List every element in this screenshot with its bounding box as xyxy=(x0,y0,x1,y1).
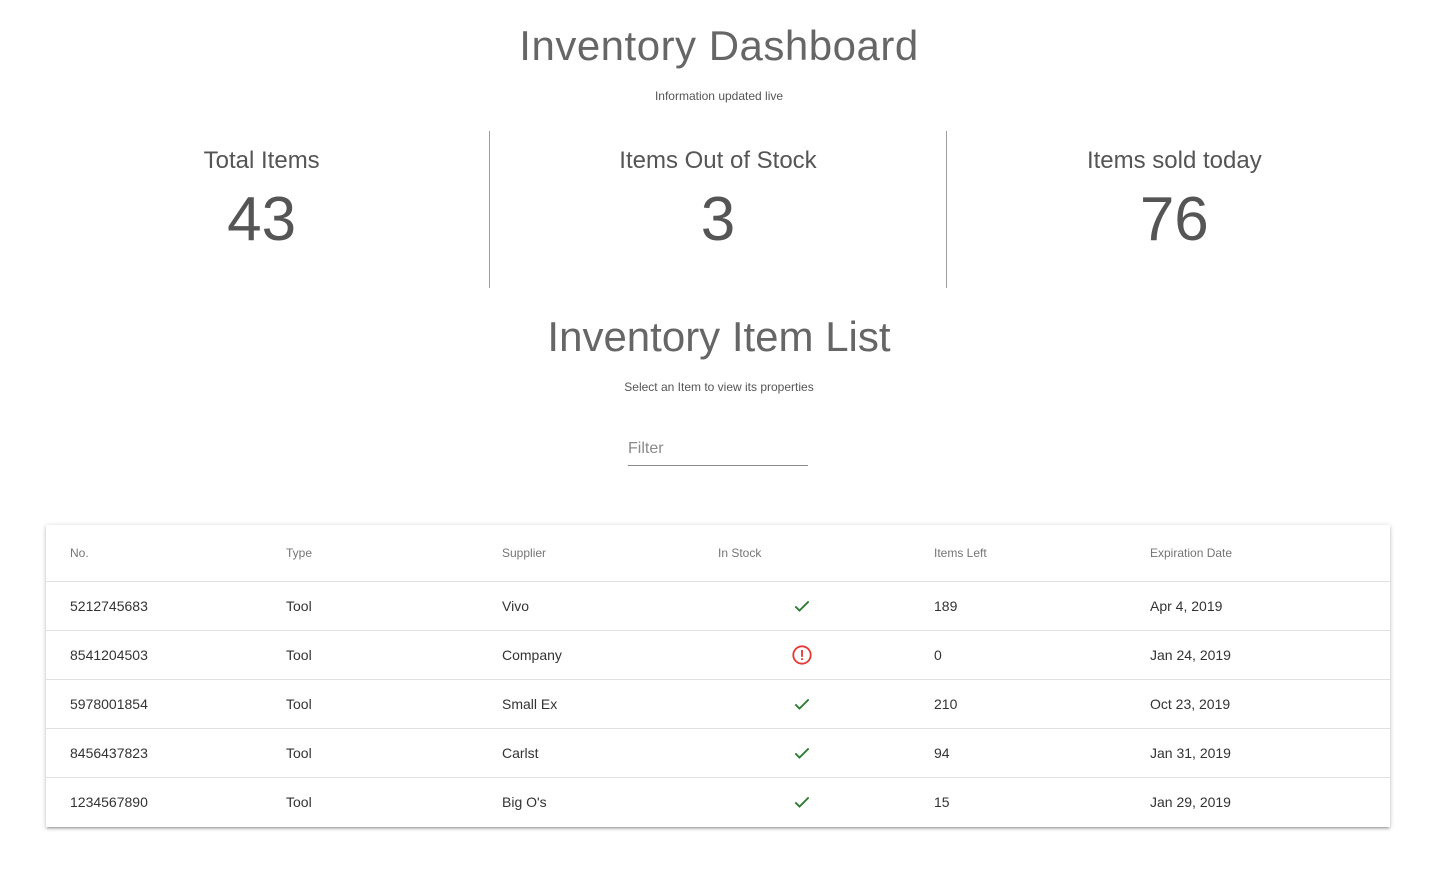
cell-type: Tool xyxy=(262,728,478,778)
cell-supplier: Big O's xyxy=(502,794,547,810)
table-row[interactable]: 5212745683 Tool Vivo 189 Apr 4, 2019 xyxy=(46,581,1390,631)
column-header-in-stock[interactable]: In Stock xyxy=(694,525,910,582)
cell-supplier: Company xyxy=(478,630,694,680)
page-title: Inventory Dashboard xyxy=(519,22,919,69)
stat-items-out-of-stock: Items Out of Stock 3 xyxy=(489,131,945,288)
check-icon xyxy=(792,744,812,760)
cell-items-left: 0 xyxy=(910,630,1126,680)
table-row[interactable]: 8541204503 Tool Company 0 Jan 24, 2019 xyxy=(46,630,1390,680)
cell-type: Tool xyxy=(262,679,478,729)
table-header-row: No. Type Supplier In Stock Items Left Ex… xyxy=(46,525,1390,582)
table-row[interactable]: 5978001854 Tool Small Ex 210 Oct 23, 2019 xyxy=(46,679,1390,729)
cell-no: 5212745683 xyxy=(46,581,262,631)
cell-in-stock xyxy=(694,630,910,680)
cell-items-left: 189 xyxy=(910,581,1126,631)
inventory-table: No. Type Supplier In Stock Items Left Ex… xyxy=(46,525,1390,826)
list-subtitle: Select an Item to view its properties xyxy=(624,380,814,394)
stat-value: 3 xyxy=(700,185,736,254)
cell-type: Tool xyxy=(286,794,312,810)
cell-items-left: 210 xyxy=(910,679,1126,729)
stats-panel: Total Items 43 Items Out of Stock 3 Item… xyxy=(34,131,1402,288)
cell-no: 1234567890 xyxy=(70,794,148,810)
stat-items-sold-today: Items sold today 76 xyxy=(945,131,1402,288)
stat-label: Items sold today xyxy=(1086,147,1262,174)
filter-field xyxy=(628,436,808,466)
cell-supplier: Vivo xyxy=(478,581,694,631)
cell-items-left: 94 xyxy=(910,728,1126,778)
cell-no: 5978001854 xyxy=(46,679,262,729)
stat-label: Total Items xyxy=(203,147,320,174)
cell-no: 8456437823 xyxy=(46,728,262,778)
filter-input[interactable] xyxy=(628,436,808,462)
cell-items-left: 15 xyxy=(934,794,950,810)
cell-expiration-date: Oct 23, 2019 xyxy=(1126,679,1390,729)
cell-in-stock xyxy=(694,778,910,827)
error-icon xyxy=(791,645,813,665)
stat-value: 76 xyxy=(1139,185,1209,254)
inventory-table-card: No. Type Supplier In Stock Items Left Ex… xyxy=(46,525,1390,827)
cell-type: Tool xyxy=(262,630,478,680)
cell-in-stock xyxy=(694,728,910,778)
check-icon xyxy=(792,793,812,809)
cell-type: Tool xyxy=(262,581,478,631)
column-header-supplier[interactable]: Supplier xyxy=(478,525,694,582)
table-row[interactable]: 8456437823 Tool Carlst 94 Jan 31, 2019 xyxy=(46,728,1390,778)
table-row[interactable]: 1234567890 Tool Big O's 15 Jan 29, 2019 xyxy=(46,778,1390,827)
column-header-no[interactable]: No. xyxy=(46,525,262,582)
cell-supplier: Carlst xyxy=(478,728,694,778)
cell-supplier: Small Ex xyxy=(478,679,694,729)
column-header-items-left[interactable]: Items Left xyxy=(910,525,1126,582)
cell-no: 8541204503 xyxy=(46,630,262,680)
cell-expiration-date: Jan 29, 2019 xyxy=(1150,794,1231,810)
cell-in-stock xyxy=(694,581,910,631)
cell-in-stock xyxy=(694,679,910,729)
dashboard-page: Inventory Dashboard Information updated … xyxy=(0,0,1438,874)
cell-expiration-date: Apr 4, 2019 xyxy=(1126,581,1390,631)
cell-expiration-date: Jan 24, 2019 xyxy=(1126,630,1390,680)
table-body: 5212745683 Tool Vivo 189 Apr 4, 2019 85412045… xyxy=(46,581,1390,827)
cell-expiration-date: Jan 31, 2019 xyxy=(1126,728,1390,778)
check-icon xyxy=(792,695,812,711)
stat-label: Items Out of Stock xyxy=(619,147,817,174)
list-title: Inventory Item List xyxy=(547,313,891,360)
column-header-type[interactable]: Type xyxy=(262,525,478,582)
column-header-expiration-date[interactable]: Expiration Date xyxy=(1126,525,1390,582)
stat-total-items: Total Items 43 xyxy=(34,131,489,288)
page-subtitle: Information updated live xyxy=(654,89,784,103)
stat-value: 43 xyxy=(227,185,297,254)
check-icon xyxy=(792,597,812,613)
